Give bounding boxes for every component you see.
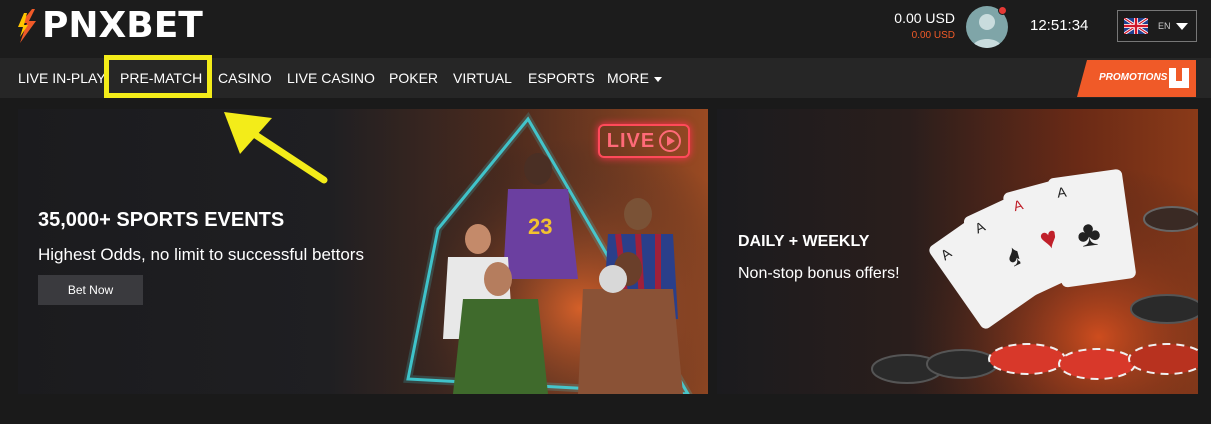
promotions-label: PROMOTIONS — [1099, 72, 1168, 83]
nav-virtual[interactable]: VIRTUAL — [453, 58, 512, 98]
live-neon-sign: LIVE — [598, 124, 690, 158]
cards-and-chips-artwork: A A♠ A♥ A♣ — [867, 109, 1198, 394]
gift-icon — [1169, 68, 1189, 88]
chevron-down-icon — [1176, 23, 1188, 30]
casino-banner-title: DAILY + WEEKLY — [738, 233, 870, 250]
nav-live-in-play[interactable]: LIVE IN-PLAY — [18, 58, 106, 98]
nav-more[interactable]: MORE — [607, 58, 662, 98]
nav-poker[interactable]: POKER — [389, 58, 438, 98]
balance-main: 0.00 USD — [894, 10, 955, 26]
sports-banner-title: 35,000+ SPORTS EVENTS — [38, 209, 285, 231]
notification-dot — [998, 6, 1007, 15]
caret-down-icon — [654, 76, 662, 82]
logo-flame-icon — [18, 9, 38, 43]
sports-banner-subtitle: Highest Odds, no limit to successful bet… — [38, 245, 364, 264]
balance-display[interactable]: 0.00 USD 0.00 USD — [894, 10, 955, 43]
pre-match-highlight-box — [104, 55, 212, 98]
casino-banner-subtitle: Non-stop bonus offers! — [738, 265, 900, 282]
nav-casino[interactable]: CASINO — [218, 58, 272, 98]
bet-now-button[interactable]: Bet Now — [38, 275, 143, 305]
casino-banner[interactable]: A A ♠ A ♥ A ♣ DAILY + WEEKLY Non-stop bonus… — [717, 109, 1198, 394]
play-icon — [659, 130, 682, 152]
language-code: EN — [1158, 21, 1171, 31]
language-selector[interactable]: EN — [1117, 10, 1197, 42]
site-logo[interactable]: PNXBET — [18, 6, 203, 46]
clock: 12:51:34 — [1030, 17, 1089, 34]
top-header: PNXBET 0.00 USD 0.00 USD 12:51:34 EN — [0, 0, 1211, 58]
nav-more-label: MORE — [607, 70, 649, 86]
live-sign-text: LIVE — [606, 129, 656, 152]
nav-live-casino[interactable]: LIVE CASINO — [287, 58, 375, 98]
nav-esports[interactable]: ESPORTS — [528, 58, 595, 98]
promotions-button[interactable]: PROMOTIONS — [1077, 60, 1196, 97]
uk-flag-icon — [1124, 18, 1148, 34]
balance-bonus: 0.00 USD — [911, 30, 955, 41]
sports-banner[interactable]: 23 LIVE 35,000+ SPORTS EVENTS Highest Od… — [18, 109, 708, 394]
arrow-annotation — [224, 112, 328, 184]
logo-text: PNXBET — [42, 5, 203, 46]
svg-text:23: 23 — [528, 214, 552, 239]
